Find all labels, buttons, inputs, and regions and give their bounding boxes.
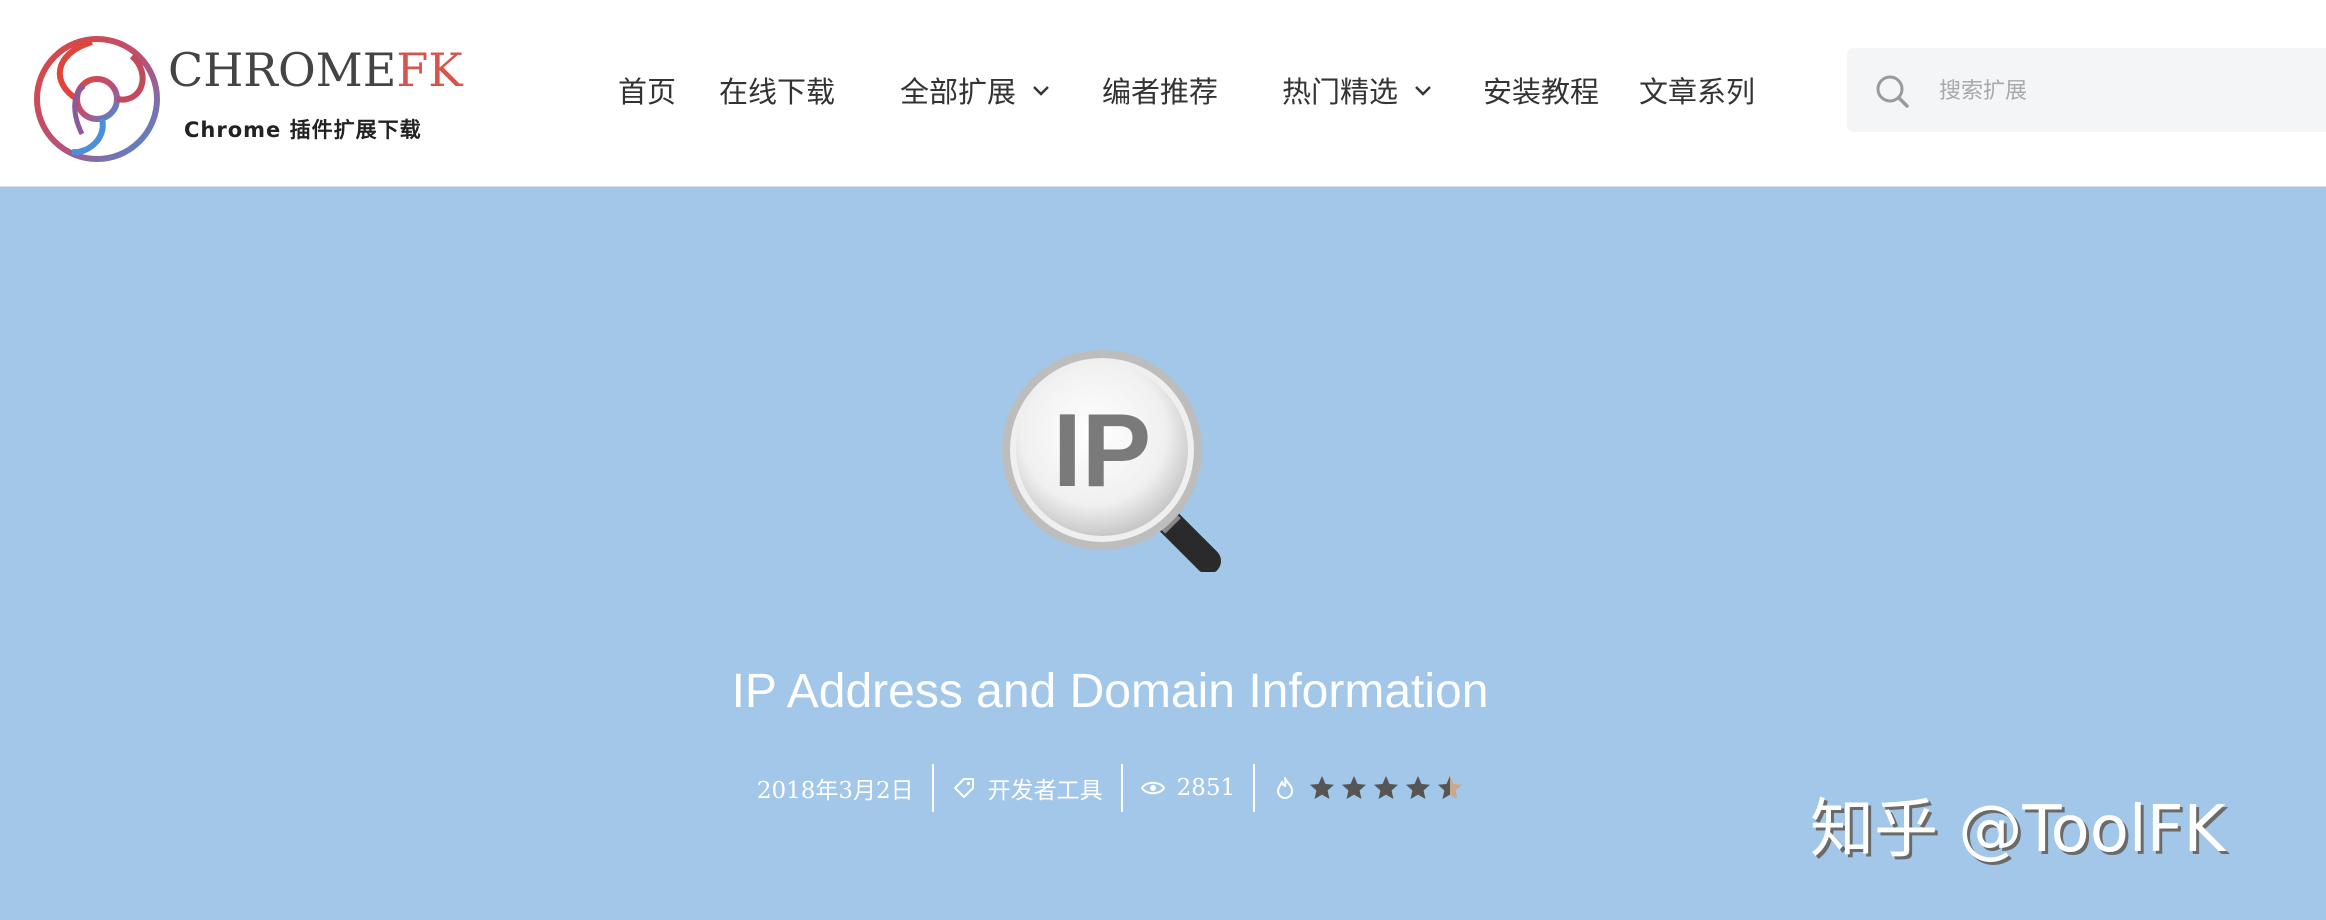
publish-date-text: 2018年3月2日	[756, 778, 914, 804]
nav-item-all-extensions[interactable]: 全部扩展	[900, 58, 1052, 122]
logo-brand-primary: CHROME	[168, 43, 397, 97]
view-count: 2851	[1123, 775, 1254, 801]
star-icon	[1438, 776, 1463, 799]
nav-item-hot-picks[interactable]: 热门精选	[1282, 58, 1434, 122]
svg-text:IP: IP	[1053, 393, 1151, 509]
chevron-down-icon	[1033, 86, 1049, 96]
watermark: 知乎 @ToolFK	[1810, 793, 2226, 867]
nav-item-articles[interactable]: 文章系列	[1639, 58, 1755, 122]
flame-icon	[1277, 777, 1294, 799]
view-count-text: 2851	[1176, 775, 1236, 801]
logo-brand-accent: FK	[396, 43, 463, 97]
site-header: CHROMEFK Chrome 插件扩展下载 首页 在线下载 全部扩展 编者推荐…	[0, 0, 2326, 187]
eye-icon	[1140, 781, 1165, 795]
nav-label: 全部扩展	[900, 75, 1017, 109]
nav-label: 编者推荐	[1102, 75, 1219, 109]
logo-title: CHROMEFK	[168, 40, 463, 100]
site-logo[interactable]: CHROMEFK Chrome 插件扩展下载	[32, 34, 463, 164]
nav-label: 在线下载	[719, 75, 836, 109]
search-input[interactable]	[1937, 66, 2321, 116]
nav-label: 安装教程	[1483, 75, 1600, 109]
category-link[interactable]: 开发者工具	[934, 771, 1121, 805]
star-icon	[1406, 776, 1431, 799]
nav-item-home[interactable]: 首页	[618, 58, 676, 122]
chromefk-logo-icon	[34, 36, 160, 162]
nav-label: 文章系列	[1639, 75, 1756, 109]
nav-label: 热门精选	[1282, 75, 1399, 109]
tag-icon	[953, 778, 974, 798]
search-box	[1847, 48, 2326, 132]
star-icon	[1310, 776, 1335, 799]
publish-date: 2018年3月2日	[739, 771, 932, 805]
nav-label: 首页	[618, 75, 677, 109]
logo-tagline: Chrome 插件扩展下载	[184, 118, 422, 142]
rating-stars	[1309, 775, 1463, 801]
extension-title: IP Address and Domain Information	[731, 665, 1489, 718]
star-icon	[1374, 776, 1399, 799]
star-icon	[1342, 776, 1367, 799]
rating	[1255, 775, 1481, 801]
chevron-down-icon	[1415, 86, 1431, 96]
nav-item-online-download[interactable]: 在线下载	[719, 58, 835, 122]
nav-item-install-tutorial[interactable]: 安装教程	[1483, 58, 1599, 122]
search-icon[interactable]	[1873, 72, 1913, 112]
nav-item-editors-picks[interactable]: 编者推荐	[1102, 58, 1218, 122]
category-text: 开发者工具	[987, 778, 1103, 804]
ip-magnifier-icon: IP	[1002, 350, 1221, 572]
